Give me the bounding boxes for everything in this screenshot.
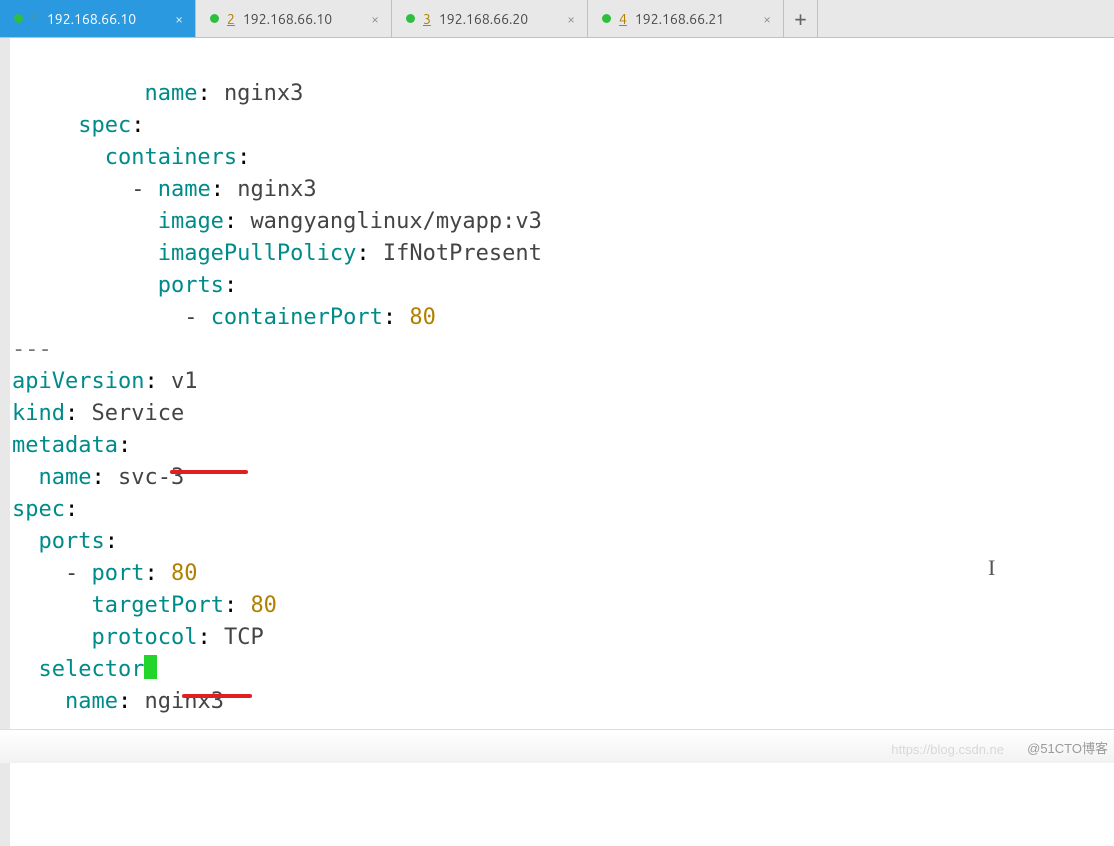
- tab-title: 192.168.66.10: [47, 11, 165, 27]
- code-line: targetPort: 80: [12, 593, 277, 618]
- tab-number: 1: [31, 11, 39, 27]
- watermark: https://blog.csdn.ne: [891, 742, 1004, 757]
- tab-number: 2: [227, 11, 235, 27]
- code-line: name: nginx3: [12, 689, 224, 714]
- annotation-underline: [170, 470, 248, 474]
- close-icon[interactable]: ×: [173, 11, 185, 27]
- tab-3[interactable]: 3 192.168.66.20 ×: [392, 0, 588, 37]
- status-dot-icon: [406, 14, 415, 23]
- close-icon[interactable]: ×: [565, 11, 577, 27]
- add-tab-button[interactable]: +: [784, 0, 818, 37]
- code-line: - port: 80: [12, 561, 197, 586]
- tab-title: 192.168.66.10: [243, 11, 361, 27]
- code-line: - containerPort: 80: [12, 305, 436, 330]
- code-line: metadata:: [12, 433, 131, 458]
- code-line: ports:: [12, 529, 118, 554]
- code-line: containers:: [12, 145, 250, 170]
- code-line: name: svc-3: [12, 465, 184, 490]
- code-line: protocol: TCP: [12, 625, 264, 650]
- tab-2[interactable]: 2 192.168.66.10 ×: [196, 0, 392, 37]
- tab-title: 192.168.66.20: [439, 11, 557, 27]
- code-line: spec:: [12, 113, 144, 138]
- tab-number: 3: [423, 11, 431, 27]
- code-line: imagePullPolicy: IfNotPresent: [12, 241, 542, 266]
- status-dot-icon: [210, 14, 219, 23]
- tab-1[interactable]: 1 192.168.66.10 ×: [0, 0, 196, 37]
- tab-number: 4: [619, 11, 627, 27]
- code-line: image: wangyanglinux/myapp:v3: [12, 209, 542, 234]
- code-editor[interactable]: name: nginx3 spec: containers: - name: n…: [0, 38, 1114, 846]
- close-icon[interactable]: ×: [369, 11, 381, 27]
- tab-bar: 1 192.168.66.10 × 2 192.168.66.10 × 3 19…: [0, 0, 1114, 38]
- code-line: ports:: [12, 273, 237, 298]
- code-line: selector: [12, 657, 157, 682]
- code-line: ---: [12, 337, 52, 362]
- text-caret-icon: I: [988, 552, 995, 584]
- annotation-underline: [182, 694, 252, 698]
- status-dot-icon: [14, 14, 23, 23]
- close-icon[interactable]: ×: [761, 11, 773, 27]
- tab-title: 192.168.66.21: [635, 11, 753, 27]
- status-dot-icon: [602, 14, 611, 23]
- code-line: apiVersion: v1: [12, 369, 197, 394]
- code-line: - name: nginx3: [12, 177, 317, 202]
- watermark: @51CTO博客: [1027, 738, 1108, 757]
- text-cursor-block: [144, 655, 157, 679]
- code-line: kind: Service: [12, 401, 184, 426]
- code-line: name: nginx3: [12, 81, 303, 106]
- code-line: spec:: [12, 497, 78, 522]
- tab-4[interactable]: 4 192.168.66.21 ×: [588, 0, 784, 37]
